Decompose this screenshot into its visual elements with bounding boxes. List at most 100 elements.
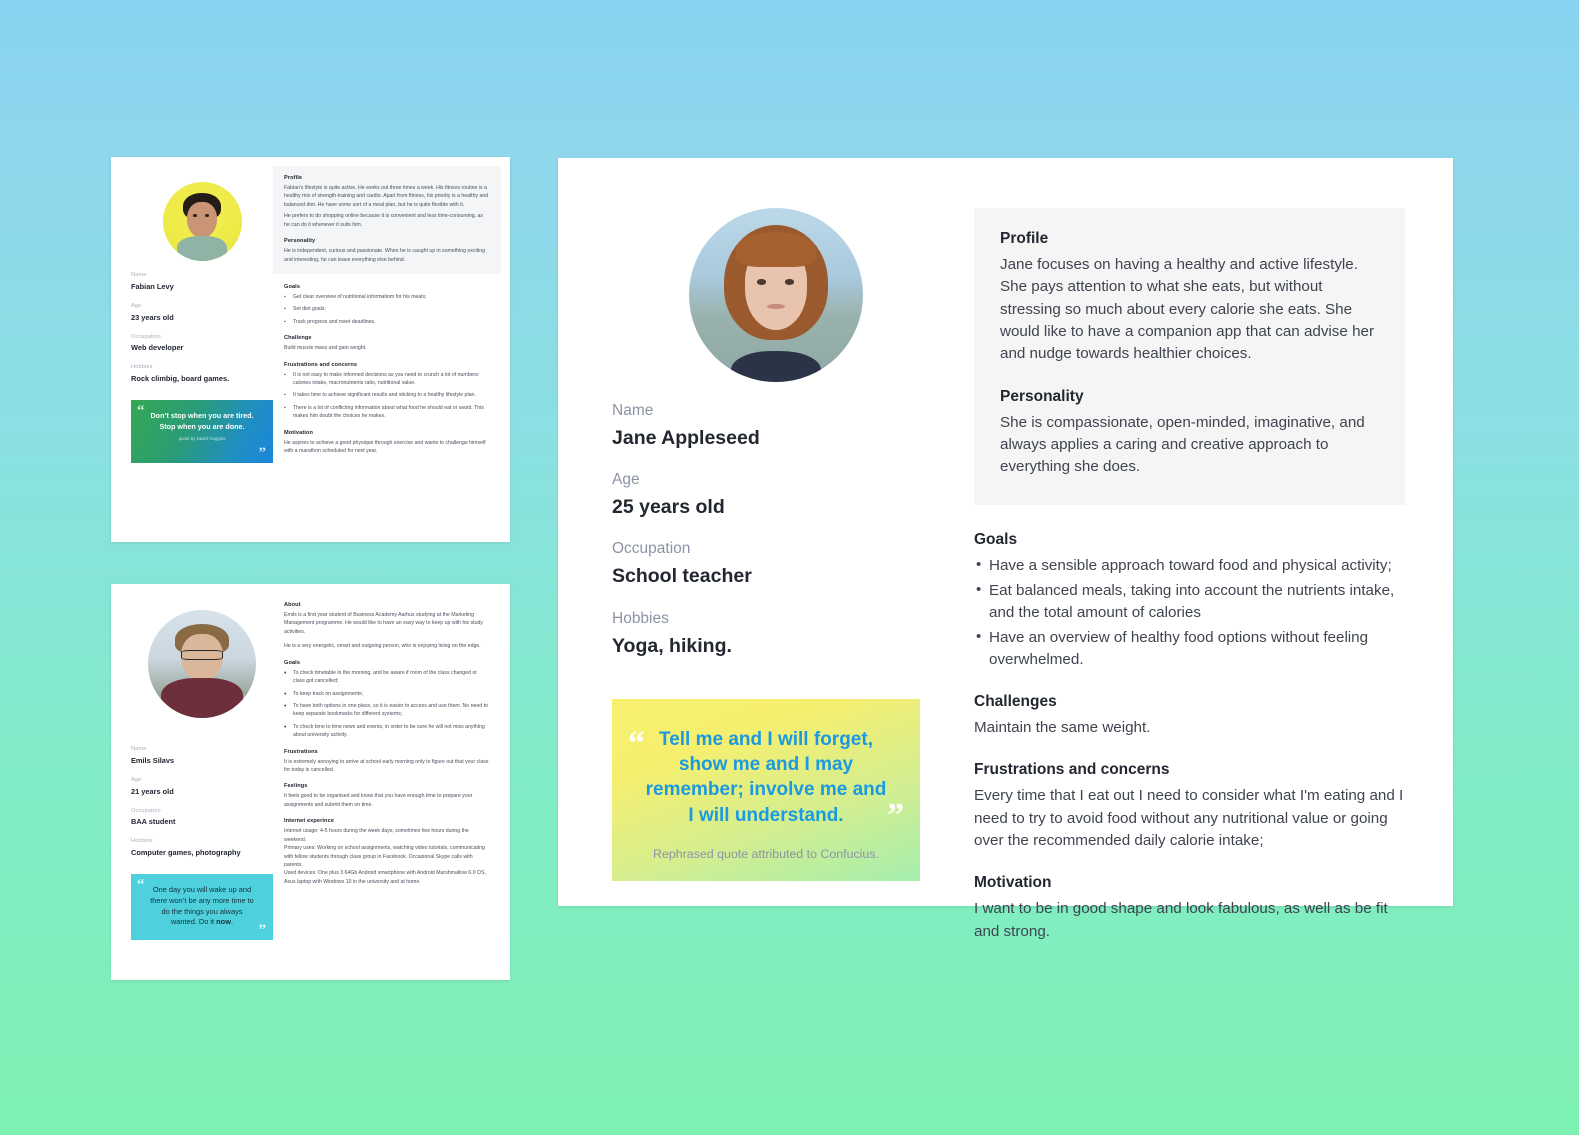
field-value: Web developer — [131, 343, 184, 353]
emils-portrait-icon — [148, 610, 256, 718]
quote-box: “ One day you will wake up and there won… — [131, 874, 273, 941]
profile-panel: Profile Fabian’s lifestyle is quite acti… — [273, 166, 501, 274]
quote-text: Don’t stop when you are tired. Stop when… — [150, 411, 254, 431]
quote-open-icon: “ — [137, 403, 145, 420]
list-item: Eat balanced meals, taking into account … — [974, 579, 1405, 624]
list-item: To keep track on assignments; — [284, 688, 490, 700]
field-age: Age 21 years old — [131, 777, 273, 797]
field-value: Computer games, photography — [131, 848, 241, 858]
list-item: It is not easy to make informed decision… — [284, 371, 490, 388]
section-heading: Personality — [1000, 387, 1084, 405]
section-paragraph: Jane focuses on having a healthy and act… — [1000, 256, 1375, 363]
field-label: Age — [612, 471, 640, 489]
list-item: To check timetable in the morning, and b… — [284, 668, 490, 686]
section-heading: Motivation — [974, 874, 1052, 892]
section-heading: Challenge — [284, 335, 312, 342]
section-heading: Profile — [1000, 230, 1049, 247]
section-paragraph: He aspires to achieve a good physique th… — [284, 439, 486, 455]
section-heading: Frustrations — [284, 748, 318, 755]
quote-open-icon: “ — [628, 724, 645, 762]
section-paragraph: Internet usage: 4-5 hours during the wee… — [284, 828, 469, 843]
section-paragraph: It is extremely annoying to arrive at sc… — [284, 758, 489, 774]
field-label: Name — [131, 746, 147, 752]
avatar — [162, 182, 242, 261]
list-item: Get clear overview of nutritional inform… — [284, 293, 490, 302]
list-item: To have both options in one place, so it… — [284, 701, 490, 719]
persona-summary-column: Name Emils Silavs Age 21 years old Occup… — [131, 602, 273, 941]
list-item: It takes time to achieve significant res… — [284, 391, 490, 400]
persona-detail-column: Profile Fabian’s lifestyle is quite acti… — [273, 166, 501, 465]
field-value: Yoga, hiking. — [612, 634, 732, 657]
frustrations-list: It is not easy to make informed decision… — [284, 371, 490, 421]
field-value: BAA student — [131, 817, 176, 827]
section-paragraph: He is independent, curious and passionat… — [284, 248, 485, 263]
section-challenge: Challenge Build muscle mass and gain wei… — [284, 335, 490, 352]
field-occupation: Occupation BAA student — [131, 808, 273, 828]
section-paragraph: I want to be in good shape and look fabu… — [974, 900, 1388, 940]
quote-attribution: quote by David Goggins — [178, 436, 226, 442]
section-heading: Challenges — [974, 692, 1057, 710]
quote-text: Tell me and I will forget, show me and I… — [645, 728, 887, 826]
section-personality: Personality She is compassionate, open-m… — [1000, 388, 1379, 479]
list-item: There is a lot of conflicting informatio… — [284, 404, 490, 421]
section-paragraph: Primary uses: Working on school assignme… — [284, 845, 485, 869]
list-item: Set diet goals; — [284, 305, 490, 314]
section-heading: Profile — [284, 175, 303, 181]
section-feelings: Feelings It feels good to be organised a… — [284, 783, 490, 809]
quote-attribution: Rephrased quote attributed to Confucius. — [653, 847, 879, 861]
field-occupation: Occupation School teacher — [612, 539, 940, 589]
field-label: Occupation — [612, 540, 691, 558]
section-goals: Goals To check timetable in the morning,… — [284, 660, 490, 740]
field-value: Rock climbig, board games. — [131, 374, 230, 384]
section-goals: Goals Get clear overview of nutritional … — [284, 284, 490, 326]
section-frustrations: Frustrations It is extremely annoying to… — [284, 749, 490, 775]
list-item: Have an overview of healthy food options… — [974, 626, 1405, 671]
section-heading: Feelings — [284, 783, 308, 790]
quote-open-icon: “ — [137, 877, 145, 894]
field-label: Hobbies — [131, 838, 153, 845]
quote-box: “ Tell me and I will forget, show me and… — [612, 698, 920, 881]
field-age: Age 25 years old — [612, 470, 940, 520]
field-hobbies: Hobbies Yoga, hiking. — [612, 609, 940, 659]
field-label: Occupation — [131, 807, 161, 814]
quote-text-main: One day you will wake up and there won’t… — [150, 885, 254, 927]
section-heading: Motivation — [284, 429, 313, 436]
section-heading: Goals — [284, 283, 301, 290]
section-heading: Frustrations and concerns — [284, 361, 358, 368]
quote-close-icon: ” — [258, 922, 267, 939]
avatar — [689, 208, 863, 382]
quote-text: One day you will wake up and there won’t… — [143, 885, 261, 928]
section-paragraph: He is a very energetic, smart and outgoi… — [284, 643, 481, 650]
field-value: Jane Appleseed — [612, 426, 760, 449]
persona-card-fabian: Name Fabian Levy Age 23 years old Occupa… — [111, 157, 510, 542]
field-hobbies: Hobbies Computer games, photography — [131, 838, 273, 858]
field-hobbies: Hobbies Rock climbig, board games. — [131, 364, 273, 384]
section-internet-experience: Internet experince Internet usage: 4-5 h… — [284, 818, 490, 886]
field-occupation: Occupation Web developer — [131, 334, 273, 354]
field-name: Name Fabian Levy — [131, 272, 273, 292]
section-paragraph: Fabian’s lifestyle is quite active. He w… — [284, 185, 489, 208]
field-value: Fabian Levy — [131, 281, 174, 291]
section-heading: Goals — [974, 530, 1018, 548]
quote-close-icon: ” — [887, 797, 904, 834]
persona-detail-column: About Emils is a first year student of B… — [273, 602, 490, 940]
field-label: Name — [131, 272, 147, 278]
section-motivation: Motivation He aspires to achieve a good … — [284, 430, 490, 456]
section-paragraph: Build muscle mass and gain weight. — [284, 345, 367, 352]
field-label: Hobbies — [612, 609, 669, 627]
avatar — [148, 610, 256, 718]
quote-text-emphasis: now — [216, 917, 231, 927]
field-label: Name — [612, 402, 654, 419]
persona-card-emils: Name Emils Silavs Age 21 years old Occup… — [111, 584, 510, 980]
field-name: Name Jane Appleseed — [612, 401, 940, 451]
field-value: 21 years old — [131, 786, 174, 796]
field-value: School teacher — [612, 565, 752, 588]
quote-close-icon: ” — [258, 445, 267, 462]
field-label: Occupation — [131, 333, 161, 340]
section-heading: Internet experince — [284, 818, 334, 825]
goals-list: Have a sensible approach toward food and… — [974, 554, 1405, 671]
persona-summary-column: Name Jane Appleseed Age 25 years old Occ… — [612, 208, 964, 881]
goals-list: Get clear overview of nutritional inform… — [284, 293, 490, 326]
field-label: Age — [131, 776, 142, 783]
section-heading: Personality — [284, 238, 316, 245]
